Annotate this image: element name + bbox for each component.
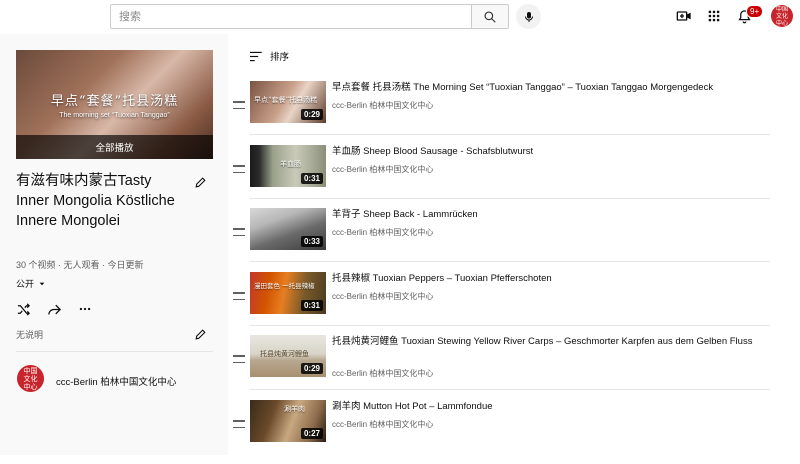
drag-handle-icon[interactable] <box>233 355 245 363</box>
video-channel[interactable]: ccc-Berlin 柏林中国文化中心 <box>332 368 433 379</box>
duration-badge: 0:31 <box>300 173 323 184</box>
edit-description-button[interactable] <box>192 326 208 342</box>
pencil-icon <box>194 176 206 188</box>
playlist-title: 有滋有味内蒙古Tasty Inner Mongolia Köstliche In… <box>16 173 175 229</box>
drag-handle-icon[interactable] <box>233 101 245 109</box>
video-thumbnail[interactable]: 漫田套色 一托县辣椒 0:31 <box>250 272 326 314</box>
video-title[interactable]: 早点套餐 托县汤糕 The Morning Set “Tuoxian Tangg… <box>332 81 762 94</box>
sort-label: 排序 <box>270 52 290 63</box>
playlist-description: 无说明 <box>16 330 44 340</box>
thumbnail-caption: 羊血肠 <box>280 160 301 168</box>
notification-count-badge: 9+ <box>746 5 764 18</box>
video-title[interactable]: 托县炖黄河鲤鱼 Tuoxian Stewing Yellow River Car… <box>332 335 762 348</box>
row-divider <box>250 261 770 262</box>
search-button[interactable] <box>471 4 509 29</box>
video-thumbnail[interactable]: 0:33 <box>250 208 326 250</box>
microphone-icon <box>524 11 533 22</box>
duration-badge: 0:33 <box>300 236 323 247</box>
pencil-icon <box>194 328 206 340</box>
shuffle-button[interactable] <box>14 300 32 318</box>
row-divider <box>250 198 770 199</box>
video-channel[interactable]: ccc-Berlin 柏林中国文化中心 <box>332 164 433 175</box>
sort-icon <box>250 51 262 61</box>
voice-search-button[interactable] <box>516 4 541 29</box>
duration-badge: 0:29 <box>300 109 323 120</box>
drag-handle-icon[interactable] <box>233 420 245 428</box>
thumbnail-caption: 涮羊肉 <box>284 405 305 413</box>
duration-badge: 0:31 <box>300 300 323 311</box>
playlist-sidebar: 早点“套餐”托县汤糕 The morning set “Tuoxian Tang… <box>0 34 228 455</box>
share-button[interactable] <box>45 300 63 318</box>
duration-badge: 0:29 <box>300 363 323 374</box>
create-button[interactable] <box>674 6 694 26</box>
top-bar: 9+ 中国文化中心 <box>0 0 800 34</box>
video-title[interactable]: 涮羊肉 Mutton Hot Pot – Lammfondue <box>332 400 762 413</box>
shuffle-icon <box>17 302 30 316</box>
sort-button[interactable]: 排序 <box>250 49 289 63</box>
video-row[interactable]: 漫田套色 一托县辣椒 0:31 托县辣椒 Tuoxian Peppers – T… <box>228 272 800 336</box>
video-title[interactable]: 托县辣椒 Tuoxian Peppers – Tuoxian Pfeffersc… <box>332 272 762 285</box>
channel-name-link[interactable]: ccc-Berlin 柏林中国文化中心 <box>56 374 176 388</box>
account-avatar[interactable]: 中国文化中心 <box>771 5 793 27</box>
search-box[interactable] <box>110 4 472 29</box>
video-camera-plus-icon <box>676 11 691 21</box>
channel-avatar[interactable]: 中国文化中心 <box>17 365 44 392</box>
apps-grid-icon <box>708 10 720 22</box>
hero-title: 早点“套餐”托县汤糕 <box>50 94 179 109</box>
row-divider <box>250 134 770 135</box>
play-all-button[interactable]: 全部播放 <box>16 135 213 159</box>
video-thumbnail[interactable]: 早点“套餐”托县汤糕 0:29 <box>250 81 326 123</box>
video-row[interactable]: 0:33 羊背子 Sheep Back - Lammrücken ccc-Ber… <box>228 208 800 272</box>
row-divider <box>250 325 770 326</box>
thumbnail-caption: 早点“套餐”托县汤糕 <box>254 96 318 104</box>
share-icon <box>47 304 61 315</box>
video-thumbnail[interactable]: 涮羊肉 0:27 <box>250 400 326 442</box>
video-row[interactable]: 早点“套餐”托县汤糕 0:29 早点套餐 托县汤糕 The Morning Se… <box>228 81 800 145</box>
search-input[interactable] <box>111 5 471 28</box>
playlist-video-list: 排序 早点“套餐”托县汤糕 0:29 早点套餐 托县汤糕 The Morning… <box>228 34 800 455</box>
more-actions-button[interactable] <box>76 300 94 318</box>
video-row[interactable]: 涮羊肉 0:27 涮羊肉 Mutton Hot Pot – Lammfondue… <box>228 400 800 464</box>
edit-title-button[interactable] <box>192 174 208 190</box>
video-title[interactable]: 羊背子 Sheep Back - Lammrücken <box>332 208 762 221</box>
video-thumbnail[interactable]: 托县炖黄河鲤鱼 0:29 <box>250 335 326 377</box>
playlist-stats: 30 个视频 · 无人观看 · 今日更新 <box>16 260 144 270</box>
video-row[interactable]: 羊血肠 0:31 羊血肠 Sheep Blood Sausage - Schaf… <box>228 145 800 209</box>
thumbnail-caption: 漫田套色 一托县辣椒 <box>254 282 315 290</box>
drag-handle-icon[interactable] <box>233 165 245 173</box>
apps-button[interactable] <box>704 6 724 26</box>
video-channel[interactable]: ccc-Berlin 柏林中国文化中心 <box>332 227 433 238</box>
duration-badge: 0:27 <box>300 428 323 439</box>
video-channel[interactable]: ccc-Berlin 柏林中国文化中心 <box>332 100 433 111</box>
video-thumbnail[interactable]: 羊血肠 0:31 <box>250 145 326 187</box>
video-channel[interactable]: ccc-Berlin 柏林中国文化中心 <box>332 419 433 430</box>
chevron-down-icon <box>39 282 45 285</box>
row-divider <box>250 389 770 390</box>
channel-avatar-text: 中国文化中心 <box>23 366 38 391</box>
drag-handle-icon[interactable] <box>233 292 245 300</box>
avatar-logo-text: 中国文化中心 <box>775 5 788 27</box>
thumbnail-caption: 托县炖黄河鲤鱼 <box>260 350 309 358</box>
privacy-label: 公开 <box>16 279 35 289</box>
video-channel[interactable]: ccc-Berlin 柏林中国文化中心 <box>332 291 433 302</box>
more-horizontal-icon <box>79 307 91 311</box>
privacy-selector[interactable]: 公开 <box>16 277 46 290</box>
sidebar-divider <box>16 351 213 352</box>
drag-handle-icon[interactable] <box>233 228 245 236</box>
hero-subtitle: The morning set “Tuoxian Tanggao” <box>59 112 170 119</box>
video-title[interactable]: 羊血肠 Sheep Blood Sausage - Schafsblutwurs… <box>332 145 762 158</box>
search-icon <box>484 10 496 23</box>
